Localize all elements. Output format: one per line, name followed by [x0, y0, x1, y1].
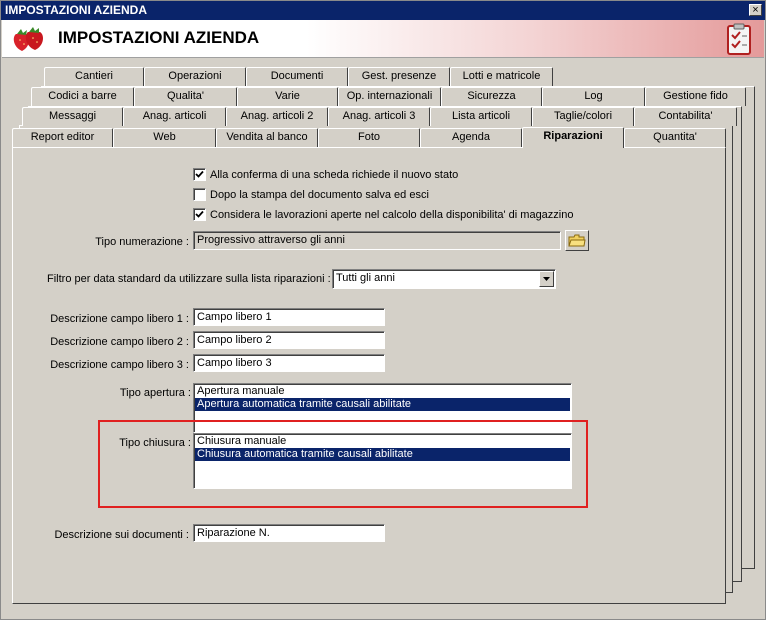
- descrizione-documenti-input[interactable]: Riparazione N.: [193, 524, 385, 542]
- campo-libero-3-label: Descrizione campo libero 3 :: [50, 359, 189, 371]
- window-title: IMPOSTAZIONI AZIENDA: [5, 3, 147, 17]
- header-title: IMPOSTAZIONI AZIENDA: [58, 28, 260, 47]
- tipo-apertura-label: Tipo apertura :: [119, 387, 191, 399]
- tab-op-internazionali[interactable]: Op. internazionali: [338, 87, 441, 106]
- clipboard-check-icon: [727, 23, 751, 55]
- tab-sicurezza[interactable]: Sicurezza: [441, 87, 542, 106]
- tab-agenda[interactable]: Agenda: [420, 128, 522, 147]
- tab-operazioni[interactable]: Operazioni: [144, 67, 246, 86]
- close-button[interactable]: ×: [749, 4, 762, 16]
- checkbox-salva-esci[interactable]: [193, 188, 206, 201]
- tab-anag-articoli-3[interactable]: Anag. articoli 3: [328, 107, 430, 126]
- tab-lotti-matricole[interactable]: Lotti e matricole: [450, 67, 553, 86]
- chevron-down-icon: [543, 277, 550, 281]
- highlight-box: [98, 420, 588, 508]
- campo-libero-1-label: Descrizione campo libero 1 :: [50, 313, 189, 325]
- descrizione-documenti-label: Descrizione sui documenti :: [54, 529, 189, 541]
- filtro-select[interactable]: Tutti gli anni: [332, 269, 556, 289]
- riparazioni-panel: Alla conferma di una scheda richiede il …: [12, 147, 726, 604]
- tab-documenti[interactable]: Documenti: [246, 67, 348, 86]
- checkbox-label: Considera le lavorazioni aperte nel calc…: [210, 209, 574, 221]
- tab-riparazioni[interactable]: Riparazioni: [522, 127, 624, 148]
- header-banner: IMPOSTAZIONI AZIENDA: [2, 20, 764, 58]
- tab-web[interactable]: Web: [113, 128, 216, 147]
- campo-libero-2-input[interactable]: Campo libero 2: [193, 331, 385, 349]
- campo-libero-2-label: Descrizione campo libero 2 :: [50, 336, 189, 348]
- tab-gestione-fido[interactable]: Gestione fido: [645, 87, 746, 106]
- tab-messaggi[interactable]: Messaggi: [22, 107, 123, 126]
- tab-log[interactable]: Log: [542, 87, 645, 106]
- tab-foto[interactable]: Foto: [318, 128, 420, 147]
- campo-libero-3-input[interactable]: Campo libero 3: [193, 354, 385, 372]
- tab-quantita[interactable]: Quantita': [624, 128, 726, 147]
- tab-qualita[interactable]: Qualita': [134, 87, 237, 106]
- check-mark-icon: [195, 210, 204, 218]
- tab-anag-articoli[interactable]: Anag. articoli: [123, 107, 226, 126]
- campo-libero-1-input[interactable]: Campo libero 1: [193, 308, 385, 326]
- tab-gest-presenze[interactable]: Gest. presenze: [348, 67, 450, 86]
- title-bar: IMPOSTAZIONI AZIENDA ×: [1, 1, 765, 20]
- checkbox-lavorazioni-aperte[interactable]: [193, 208, 206, 221]
- checkbox-nuovo-stato[interactable]: [193, 168, 206, 181]
- filtro-label: Filtro per data standard da utilizzare s…: [47, 273, 331, 285]
- check-mark-icon: [195, 170, 204, 178]
- tab-anag-articoli-2[interactable]: Anag. articoli 2: [226, 107, 328, 126]
- settings-window: IMPOSTAZIONI AZIENDA × IMPOSTAZIONI AZIE…: [0, 0, 766, 620]
- strawberries-icon: [13, 27, 43, 51]
- list-item[interactable]: Apertura manuale: [195, 385, 570, 398]
- tab-report-editor[interactable]: Report editor: [12, 128, 113, 147]
- tab-cantieri[interactable]: Cantieri: [44, 67, 144, 86]
- tab-lista-articoli[interactable]: Lista articoli: [430, 107, 532, 126]
- tab-vendita-al-banco[interactable]: Vendita al banco: [216, 128, 318, 147]
- tab-varie[interactable]: Varie: [237, 87, 338, 106]
- tab-taglie-colori[interactable]: Taglie/colori: [532, 107, 634, 126]
- browse-folder-button[interactable]: [565, 230, 589, 251]
- tipo-numerazione-label: Tipo numerazione :: [95, 236, 189, 248]
- tipo-numerazione-field: Progressivo attraverso gli anni: [193, 231, 561, 250]
- checkbox-label: Alla conferma di una scheda richiede il …: [210, 169, 459, 181]
- filtro-dropdown-button[interactable]: [539, 271, 554, 287]
- list-item-selected[interactable]: Apertura automatica tramite causali abil…: [195, 398, 570, 411]
- checkbox-label: Dopo la stampa del documento salva ed es…: [210, 189, 429, 201]
- folder-icon: [568, 234, 586, 247]
- tab-contabilita[interactable]: Contabilita': [634, 107, 737, 126]
- tab-codici-a-barre[interactable]: Codici a barre: [31, 87, 134, 106]
